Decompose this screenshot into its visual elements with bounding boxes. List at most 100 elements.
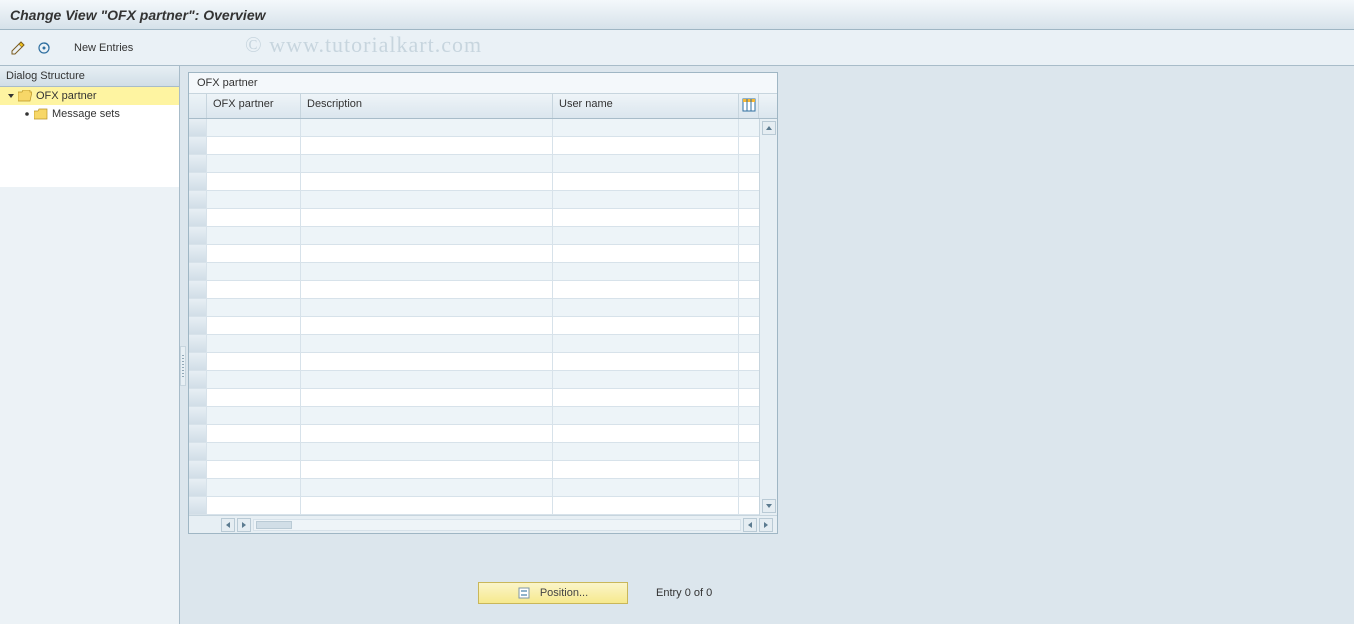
table-row[interactable] [189, 425, 777, 443]
row-selector[interactable] [189, 371, 207, 389]
cell[interactable] [301, 425, 553, 443]
table-row[interactable] [189, 263, 777, 281]
col-header-description[interactable]: Description [301, 94, 553, 118]
cell[interactable] [301, 461, 553, 479]
row-selector[interactable] [189, 137, 207, 155]
cell[interactable] [553, 299, 739, 317]
cell[interactable] [207, 479, 301, 497]
row-selector[interactable] [189, 497, 207, 515]
cell[interactable] [553, 191, 739, 209]
cell[interactable] [301, 371, 553, 389]
position-button[interactable]: Position... [478, 582, 628, 604]
row-selector[interactable] [189, 317, 207, 335]
scroll-right-end-icon[interactable] [759, 518, 773, 532]
table-row[interactable] [189, 281, 777, 299]
cell[interactable] [207, 335, 301, 353]
cell[interactable] [553, 335, 739, 353]
row-selector[interactable] [189, 479, 207, 497]
cell[interactable] [207, 209, 301, 227]
cell[interactable] [301, 335, 553, 353]
cell[interactable] [553, 245, 739, 263]
cell[interactable] [207, 245, 301, 263]
scroll-left-icon[interactable] [221, 518, 235, 532]
cell[interactable] [301, 119, 553, 137]
table-row[interactable] [189, 443, 777, 461]
cell[interactable] [553, 443, 739, 461]
table-row[interactable] [189, 209, 777, 227]
cell[interactable] [207, 191, 301, 209]
cell[interactable] [207, 119, 301, 137]
cell[interactable] [553, 371, 739, 389]
cell[interactable] [553, 263, 739, 281]
cell[interactable] [207, 137, 301, 155]
row-selector[interactable] [189, 389, 207, 407]
cell[interactable] [207, 173, 301, 191]
table-row[interactable] [189, 317, 777, 335]
row-selector[interactable] [189, 353, 207, 371]
table-row[interactable] [189, 299, 777, 317]
row-selector[interactable] [189, 263, 207, 281]
cell[interactable] [553, 407, 739, 425]
table-config-button[interactable] [739, 94, 759, 118]
table-row[interactable] [189, 137, 777, 155]
table-row[interactable] [189, 371, 777, 389]
cell[interactable] [553, 227, 739, 245]
cell[interactable] [301, 173, 553, 191]
cell[interactable] [207, 263, 301, 281]
row-selector[interactable] [189, 461, 207, 479]
cell[interactable] [301, 407, 553, 425]
cell[interactable] [207, 371, 301, 389]
row-selector[interactable] [189, 227, 207, 245]
cell[interactable] [553, 119, 739, 137]
cell[interactable] [207, 281, 301, 299]
select-all-corner[interactable] [189, 94, 207, 118]
cell[interactable] [207, 389, 301, 407]
cell[interactable] [301, 155, 553, 173]
change-mode-icon[interactable] [8, 38, 28, 58]
cell[interactable] [301, 497, 553, 515]
row-selector[interactable] [189, 173, 207, 191]
cell[interactable] [301, 263, 553, 281]
row-selector[interactable] [189, 335, 207, 353]
tree-node-message-sets[interactable]: Message sets [0, 105, 179, 123]
cell[interactable] [301, 191, 553, 209]
table-row[interactable] [189, 353, 777, 371]
hscroll-thumb[interactable] [256, 521, 292, 529]
scroll-right-icon[interactable] [237, 518, 251, 532]
row-selector[interactable] [189, 407, 207, 425]
cell[interactable] [301, 353, 553, 371]
row-selector[interactable] [189, 299, 207, 317]
row-selector[interactable] [189, 155, 207, 173]
table-row[interactable] [189, 389, 777, 407]
cell[interactable] [553, 317, 739, 335]
cell[interactable] [301, 479, 553, 497]
table-row[interactable] [189, 245, 777, 263]
cell[interactable] [207, 425, 301, 443]
cell[interactable] [301, 317, 553, 335]
row-selector[interactable] [189, 119, 207, 137]
col-header-user-name[interactable]: User name [553, 94, 739, 118]
cell[interactable] [301, 227, 553, 245]
table-row[interactable] [189, 479, 777, 497]
cell[interactable] [553, 461, 739, 479]
cell[interactable] [301, 245, 553, 263]
scroll-down-icon[interactable] [762, 499, 776, 513]
cell[interactable] [207, 155, 301, 173]
cell[interactable] [553, 389, 739, 407]
collapse-icon[interactable] [6, 91, 16, 101]
table-row[interactable] [189, 119, 777, 137]
table-row[interactable] [189, 173, 777, 191]
table-row[interactable] [189, 461, 777, 479]
row-selector[interactable] [189, 281, 207, 299]
hscroll-track[interactable] [253, 519, 741, 531]
table-row[interactable] [189, 407, 777, 425]
cell[interactable] [553, 497, 739, 515]
cell[interactable] [301, 299, 553, 317]
row-selector[interactable] [189, 443, 207, 461]
cell[interactable] [553, 173, 739, 191]
table-row[interactable] [189, 335, 777, 353]
cell[interactable] [553, 425, 739, 443]
cell[interactable] [207, 497, 301, 515]
cell[interactable] [553, 353, 739, 371]
cell[interactable] [301, 209, 553, 227]
